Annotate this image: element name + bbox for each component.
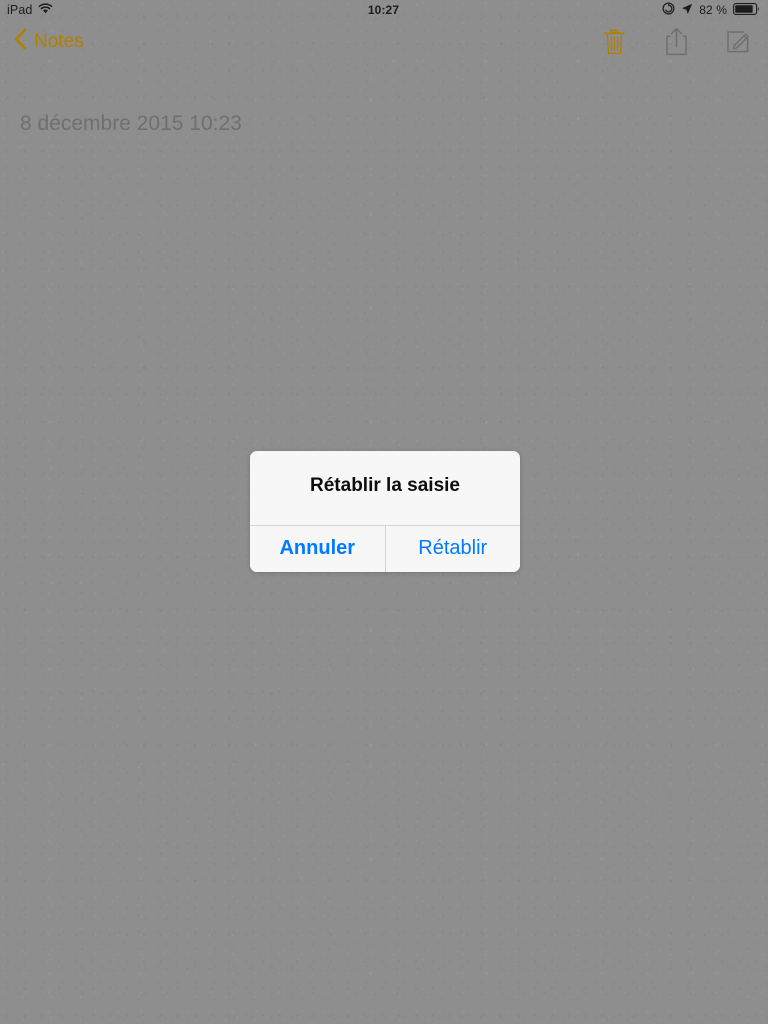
alert-content: Rétablir la saisie bbox=[250, 451, 520, 525]
alert-redo-button[interactable]: Rétablir bbox=[385, 525, 520, 572]
alert-button-row: Annuler Rétablir bbox=[250, 524, 520, 572]
alert-title: Rétablir la saisie bbox=[310, 475, 460, 496]
alert-cancel-button[interactable]: Annuler bbox=[250, 525, 386, 572]
notes-app-screen: iPad 10:27 82 % Notes 8 décembre 2015 10… bbox=[0, 0, 768, 1024]
alert-overlay: Rétablir la saisie Annuler Rétablir bbox=[0, 0, 768, 1024]
redo-typing-alert: Rétablir la saisie Annuler Rétablir bbox=[250, 451, 520, 572]
